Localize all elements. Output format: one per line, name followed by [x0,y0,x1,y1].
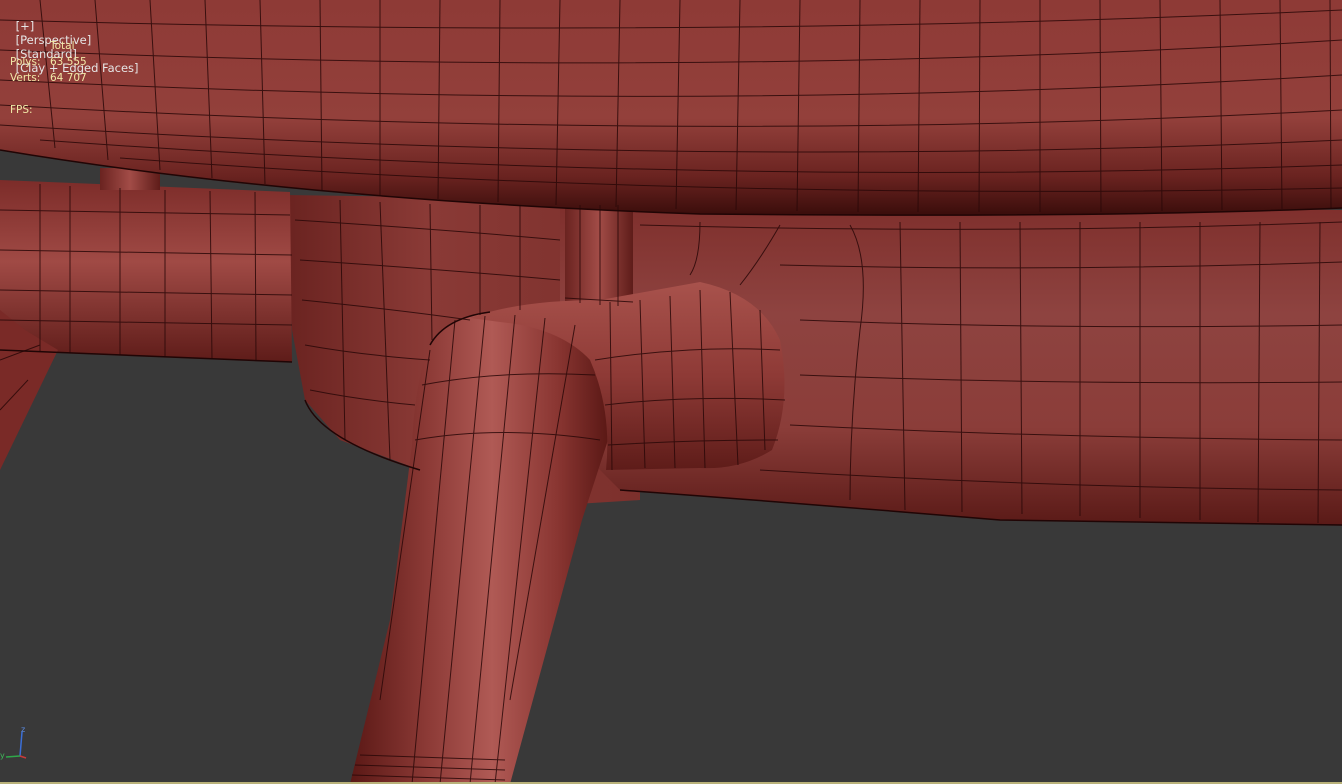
stats-polys-value: 63 555 [50,56,87,68]
stats-polys-label: Polys: [10,56,41,68]
stats-header: Total [50,40,75,52]
viewport-menu-plus[interactable]: [+] [16,19,35,33]
stats-verts-label: Verts: [10,72,41,84]
stats-verts-value: 64 707 [50,72,87,84]
3d-viewport[interactable]: [+] [Perspective] [Standard] [Clay + Edg… [0,0,1342,784]
stats-fps-label: FPS: [10,104,33,116]
axis-y-label: y [0,751,5,760]
axis-z-label: z [21,725,25,734]
center-post [565,205,633,308]
left-tube [0,180,292,362]
axis-gizmo-icon: z y [0,725,27,760]
clay-model-render[interactable] [0,0,1342,784]
